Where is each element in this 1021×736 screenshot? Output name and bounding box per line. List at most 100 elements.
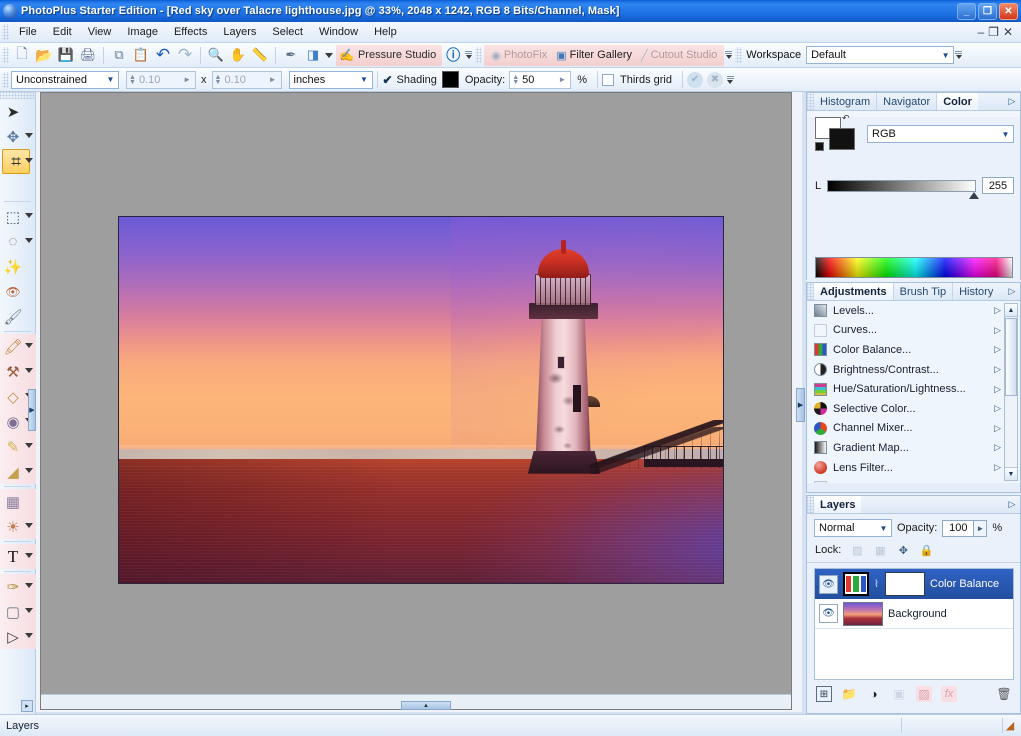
shape-tool[interactable]: ▢ — [0, 599, 36, 624]
flyout-arrow-icon[interactable] — [25, 468, 33, 473]
mdi-restore-button[interactable]: ❐ — [988, 27, 999, 37]
flyout-arrow-icon[interactable] — [25, 368, 33, 373]
adjustment-flyout-icon[interactable]: ▷ — [994, 364, 1001, 375]
flyout-arrow-icon[interactable] — [25, 443, 33, 448]
right-dock-collapse-handle[interactable]: ▶ — [796, 388, 805, 422]
tab-layers[interactable]: Layers — [814, 496, 861, 513]
adjustment-flyout-icon[interactable]: ▷ — [994, 325, 1001, 336]
stepper-icon[interactable]: ▲▼ — [512, 75, 519, 85]
eraser-tool[interactable]: ✎ — [0, 434, 36, 459]
help-icon[interactable]: ⓘ — [442, 45, 464, 66]
color-spectrum-strip[interactable] — [815, 257, 1013, 278]
toolbox-grip[interactable] — [0, 92, 35, 99]
adjustment-lens-filter[interactable]: Lens Filter... ▷ — [807, 458, 1020, 478]
color-panel-grip[interactable] — [807, 93, 814, 110]
lock-pixels-button[interactable]: ▦ — [873, 543, 887, 557]
stamp-tool[interactable]: ⚒ — [0, 359, 36, 384]
scroll-down-icon[interactable]: ▼ — [1005, 467, 1017, 480]
layer-opacity-field[interactable]: 100 — [942, 520, 974, 537]
color-panel-menu-icon[interactable]: ▷ — [1004, 93, 1020, 110]
scroll-up-icon[interactable]: ▲ — [1005, 304, 1017, 317]
blend-mode-combo[interactable]: Normal ▼ — [814, 519, 892, 537]
window-maximize-button[interactable]: ❐ — [978, 3, 997, 20]
adjustment-flyout-icon[interactable]: ▷ — [994, 423, 1001, 434]
tab-histogram[interactable]: Histogram — [814, 93, 877, 110]
window-minimize-button[interactable]: _ — [957, 3, 976, 20]
add-layer-button[interactable]: ⊞ — [816, 686, 832, 702]
transform-tool[interactable]: ✥ — [0, 124, 36, 149]
tab-brush-tip[interactable]: Brush Tip — [894, 283, 953, 300]
pressure-studio-button[interactable]: ✍ Pressure Studio — [336, 45, 442, 66]
adjustment-brightness-contrast[interactable]: Brightness/Contrast... ▷ — [807, 360, 1020, 380]
add-group-button[interactable]: 📁 — [841, 686, 857, 702]
toolbox-collapse-handle[interactable]: ▶ — [28, 389, 36, 431]
layer-opacity-popup-arrow[interactable]: ► — [974, 520, 987, 537]
menu-layers[interactable]: Layers — [215, 23, 264, 41]
document-canvas[interactable] — [118, 216, 724, 584]
menu-bar-grip[interactable] — [2, 24, 9, 40]
lasso-select-tool[interactable]: ◌ — [0, 229, 36, 254]
cancel-crop-button[interactable]: ✖ — [707, 72, 723, 88]
crop-width-field[interactable]: ▲▼ 0.10 ► — [126, 71, 196, 89]
context-toolbar-grip[interactable] — [2, 72, 9, 88]
flyout-arrow-icon[interactable] — [25, 238, 33, 243]
crop-height-popup-arrow[interactable]: ► — [267, 75, 279, 84]
adjustment-flyout-icon[interactable]: ▷ — [994, 462, 1001, 473]
chevron-down-icon[interactable]: ▼ — [938, 47, 953, 63]
standard-toolbar-grip[interactable] — [2, 47, 9, 63]
tab-adjustments[interactable]: Adjustments — [814, 283, 894, 300]
lock-transparency-button[interactable]: ▨ — [850, 543, 864, 557]
red-eye-tool[interactable]: 👁 — [0, 279, 36, 304]
luminance-slider-track[interactable] — [827, 180, 976, 192]
chevron-down-icon[interactable]: ▼ — [876, 520, 891, 536]
workspace-toolbar-overflow-button[interactable] — [954, 45, 963, 65]
adjustments-panel-grip[interactable] — [807, 283, 814, 300]
add-adjustment-button[interactable]: ◑ — [866, 686, 882, 702]
crop-units-combo[interactable]: inches ▼ — [289, 71, 373, 89]
toolbar-flyout-arrow[interactable] — [324, 45, 336, 65]
crop-width-popup-arrow[interactable]: ► — [181, 75, 193, 84]
adjustment-layer-thumbnail[interactable] — [843, 572, 869, 596]
luminance-value-field[interactable]: 255 — [982, 177, 1014, 194]
clone-tool[interactable]: 🖌 — [0, 304, 36, 329]
apply-crop-button[interactable]: ✔ — [687, 72, 703, 88]
menu-effects[interactable]: Effects — [166, 23, 215, 41]
opacity-field[interactable]: ▲▼ 50 ► — [509, 71, 571, 89]
menu-select[interactable]: Select — [264, 23, 311, 41]
toolbox-expand-button[interactable]: ▸ — [21, 700, 33, 712]
paintbrush-tool[interactable]: 🖍 — [0, 334, 36, 359]
layers-panel-grip[interactable] — [807, 496, 814, 513]
crop-tool-flyout[interactable] — [0, 174, 36, 199]
swap-colors-icon[interactable]: ↶ — [842, 113, 850, 124]
tab-navigator[interactable]: Navigator — [877, 93, 937, 110]
scrollbar-thumb[interactable] — [1005, 318, 1017, 396]
thirds-grid-checkbox[interactable] — [602, 74, 614, 86]
zoom-tool-icon[interactable]: 🔍 — [205, 45, 227, 66]
menu-window[interactable]: Window — [311, 23, 366, 41]
undo-icon[interactable]: ↶ — [152, 45, 174, 66]
layer-row-color-balance[interactable]: 👁 ⌇ Color Balance — [815, 569, 1013, 599]
shading-checkbox[interactable]: ✔ — [382, 74, 394, 86]
layer-effects-button[interactable]: fx — [941, 686, 957, 702]
studio-toolbar-grip[interactable] — [475, 47, 482, 63]
flyout-arrow-icon[interactable] — [25, 343, 33, 348]
cutout-studio-button[interactable]: ╱ Cutout Studio — [638, 49, 720, 62]
chevron-down-icon[interactable]: ▼ — [103, 72, 118, 88]
pan-tool-icon[interactable]: ✋ — [227, 45, 249, 66]
flyout-arrow-icon[interactable] — [25, 213, 33, 218]
background-color-swatch[interactable] — [829, 128, 855, 150]
text-tool[interactable]: T — [0, 544, 36, 569]
adjustment-hue-saturation-lightness[interactable]: Hue/Saturation/Lightness... ▷ — [807, 379, 1020, 399]
lock-all-button[interactable]: 🔒 — [919, 543, 933, 557]
studio-toolbar-overflow-button[interactable] — [724, 45, 733, 65]
color-mode-combo[interactable]: RGB ▼ — [867, 125, 1014, 143]
menu-file[interactable]: File — [11, 23, 45, 41]
redo-icon[interactable]: ↷ — [174, 45, 196, 66]
resize-grip-icon[interactable]: ◢ — [1003, 719, 1017, 733]
flyout-arrow-icon[interactable] — [25, 523, 33, 528]
add-mask-button[interactable]: ▣ — [891, 686, 907, 702]
adjustments-scrollbar[interactable]: ▲ ▼ — [1004, 303, 1018, 481]
layer-visibility-icon[interactable]: 👁 — [819, 604, 838, 623]
adjustment-flyout-icon[interactable]: ▷ — [994, 442, 1001, 453]
flood-fill-tool[interactable]: ◢ — [0, 459, 36, 484]
